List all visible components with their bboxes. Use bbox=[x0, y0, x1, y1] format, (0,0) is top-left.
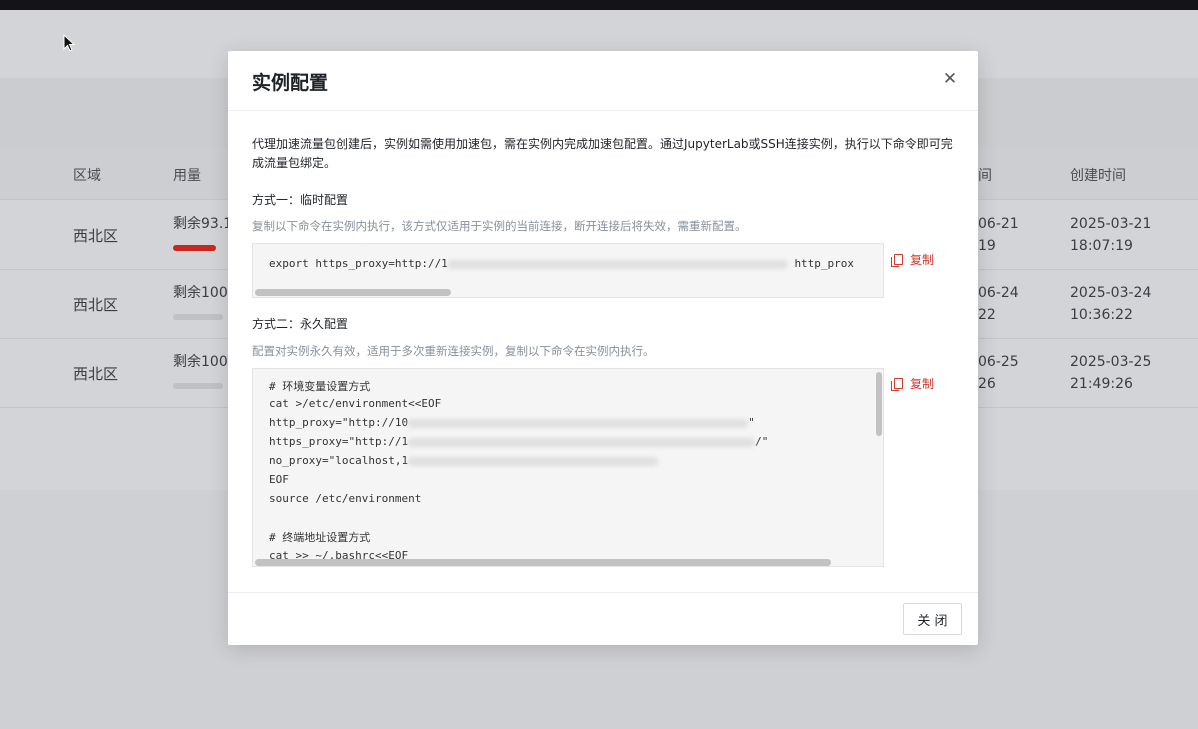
cell-expire-date: 06-25 bbox=[978, 354, 1019, 370]
method1-code-block[interactable]: export https_proxy=http://1 http_prox bbox=[252, 243, 884, 298]
modal-title: 实例配置 bbox=[252, 72, 329, 94]
cell-created-time: 18:07:19 bbox=[1070, 238, 1133, 254]
copy-label: 复制 bbox=[910, 377, 935, 391]
header-region: 区域 bbox=[73, 168, 101, 184]
cell-usage: 剩余100 bbox=[173, 354, 228, 370]
header-usage: 用量 bbox=[173, 168, 201, 184]
header-expire: 间 bbox=[978, 168, 992, 184]
copy-label: 复制 bbox=[910, 253, 935, 267]
modal-header: 实例配置 ✕ bbox=[228, 51, 978, 111]
cell-created-date: 2025-03-21 bbox=[1070, 216, 1152, 232]
method2-title: 方式二：永久配置 bbox=[252, 317, 349, 331]
mouse-cursor-icon bbox=[63, 34, 76, 52]
usage-bar bbox=[173, 314, 223, 320]
method1-code-line: export https_proxy=http://1 http_prox bbox=[269, 257, 855, 270]
cell-expire-time: 22 bbox=[978, 307, 996, 323]
cell-expire-date: 06-24 bbox=[978, 285, 1019, 301]
copy-icon bbox=[891, 378, 903, 391]
method1-desc: 复制以下命令在实例内执行，该方式仅适用于实例的当前连接，断开连接后将失效，需重新… bbox=[252, 219, 747, 233]
code-line: http_proxy="http://10 " bbox=[269, 416, 755, 429]
cell-region: 西北区 bbox=[73, 296, 119, 314]
cell-usage: 剩余100 bbox=[173, 285, 228, 301]
top-bar bbox=[0, 0, 1198, 10]
method1-copy-button[interactable]: 复制 bbox=[891, 251, 935, 268]
cell-created-date: 2025-03-24 bbox=[1070, 285, 1152, 301]
usage-bar bbox=[173, 245, 216, 251]
code-line: EOF bbox=[269, 473, 289, 486]
code-line: # 环境变量设置方式 bbox=[269, 380, 371, 393]
cell-region: 西北区 bbox=[73, 365, 119, 383]
method2-desc: 配置对实例永久有效，适用于多次重新连接实例，复制以下命令在实例内执行。 bbox=[252, 344, 655, 358]
cell-region: 西北区 bbox=[73, 227, 119, 245]
code-line: no_proxy="localhost,1 bbox=[269, 454, 659, 467]
method1-title: 方式一：临时配置 bbox=[252, 193, 349, 207]
method2-code-block[interactable]: # 环境变量设置方式 cat >/etc/environment<<EOF ht… bbox=[252, 368, 884, 567]
close-button[interactable]: 关 闭 bbox=[903, 603, 962, 635]
code-line: # 终端地址设置方式 bbox=[269, 531, 371, 544]
method2-copy-button[interactable]: 复制 bbox=[891, 375, 935, 392]
copy-icon bbox=[891, 254, 903, 267]
close-icon[interactable]: ✕ bbox=[940, 69, 960, 89]
code-line: source /etc/environment bbox=[269, 492, 422, 505]
header-created: 创建时间 bbox=[1070, 168, 1126, 184]
usage-bar bbox=[173, 383, 223, 389]
horizontal-scrollbar[interactable] bbox=[255, 289, 451, 296]
cell-created-time: 10:36:22 bbox=[1070, 307, 1133, 323]
code-line: https_proxy="http://1/" bbox=[269, 435, 769, 448]
horizontal-scrollbar[interactable] bbox=[255, 559, 831, 566]
cell-created-time: 21:49:26 bbox=[1070, 376, 1133, 392]
cell-expire-time: 26 bbox=[978, 376, 996, 392]
cell-usage: 剩余93.1 bbox=[173, 216, 233, 232]
cell-created-date: 2025-03-25 bbox=[1070, 354, 1152, 370]
vertical-scrollbar[interactable] bbox=[876, 372, 882, 436]
modal-footer: 关 闭 bbox=[228, 592, 978, 645]
code-line: cat >/etc/environment<<EOF bbox=[269, 397, 442, 410]
intro-text: 代理加速流量包创建后，实例如需使用加速包，需在实例内完成加速包配置。通过Jupy… bbox=[252, 137, 953, 170]
instance-config-modal: 实例配置 ✕ 代理加速流量包创建后，实例如需使用加速包，需在实例内完成加速包配置… bbox=[228, 51, 978, 645]
cell-expire-date: 06-21 bbox=[978, 216, 1019, 232]
cell-expire-time: 19 bbox=[978, 238, 996, 254]
